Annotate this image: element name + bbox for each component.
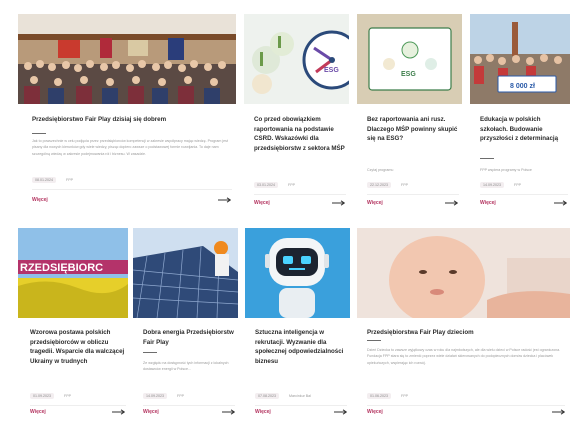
title-separator (480, 158, 494, 159)
article-image-solar-panels[interactable] (133, 228, 238, 318)
esg-graphic-illustration: ESG (244, 14, 349, 104)
article-image-field-banner[interactable]: RZEDSIĘBIORC (18, 228, 128, 318)
article-date: 01.06.2023 (367, 393, 391, 399)
article-date: 08.01.2024 (32, 177, 56, 183)
article-image-esg-card[interactable]: ESG (357, 14, 462, 104)
card-divider (367, 405, 565, 406)
read-more-link[interactable]: Więcej (255, 409, 271, 415)
baby-illustration (357, 228, 570, 318)
card-divider (367, 194, 459, 195)
article-date: 14.09.2023 (480, 182, 504, 188)
article-excerpt: Czytaj programu (367, 168, 394, 172)
article-title[interactable]: Wzorowa postawa polskich przedsiębiorców… (30, 328, 125, 366)
robot-illustration (245, 228, 350, 318)
article-card[interactable]: 8 000 zł Edukacja w polskich szkołach. B… (470, 14, 570, 214)
article-date: 03.01.2024 (254, 182, 278, 188)
esg-card-illustration: ESG (357, 14, 462, 104)
esg-badge: ESG (401, 71, 416, 78)
read-more-link[interactable]: Więcej (143, 409, 159, 415)
read-more-link[interactable]: Więcej (254, 200, 270, 206)
card-divider (480, 194, 568, 195)
read-more-link[interactable]: Więcej (32, 197, 48, 203)
arrow-right-icon[interactable] (552, 409, 565, 415)
read-more-link[interactable]: Więcej (480, 200, 496, 206)
article-excerpt: Ze względu na dostępność tych informacji… (143, 361, 229, 372)
article-title[interactable]: Bez raportowania ani rusz. Dlaczego MŚP … (367, 115, 462, 144)
article-date: 14.09.2023 (143, 393, 167, 399)
arrow-right-icon[interactable] (334, 409, 347, 415)
title-separator (32, 133, 46, 134)
article-title[interactable]: Co przed obowiązkiem raportowania na pod… (254, 115, 349, 153)
article-tag[interactable]: FPP (401, 394, 408, 398)
article-tag[interactable]: FPP (177, 394, 184, 398)
article-excerpt: FPP wspiera programy w Polsce (480, 168, 532, 172)
group-photo-illustration (18, 14, 236, 104)
article-image-esg-graphic[interactable]: ESG (244, 14, 349, 104)
arrow-right-icon[interactable] (332, 200, 345, 206)
card-divider (32, 189, 232, 190)
arrow-right-icon[interactable] (218, 197, 231, 203)
article-tag[interactable]: FPP (514, 183, 521, 187)
article-title[interactable]: Sztuczna inteligencja w rekrutacji. Wyzw… (255, 328, 347, 366)
article-card[interactable]: ESG Co przed obowiązkiem raportowania na… (244, 14, 349, 214)
article-card[interactable]: RZEDSIĘBIORC Wzorowa postawa polskich pr… (18, 228, 128, 420)
article-title[interactable]: Przedsiębiorstwa Fair Play dzieciom (367, 328, 567, 338)
arrow-right-icon[interactable] (112, 409, 125, 415)
article-tag[interactable]: FPP (64, 394, 71, 398)
article-image-baby[interactable] (357, 228, 570, 318)
title-separator (367, 340, 381, 341)
solar-panels-illustration (133, 228, 238, 318)
article-image-school-event[interactable]: 8 000 zł (470, 14, 570, 104)
donation-sign: 8 000 zł (510, 83, 535, 90)
article-card[interactable]: ESG Bez raportowania ani rusz. Dlaczego … (357, 14, 462, 214)
article-tag[interactable]: FPP (288, 183, 295, 187)
title-separator (143, 352, 157, 353)
article-date: 07.08.2023 (255, 393, 279, 399)
article-date: 01.09.2023 (30, 393, 54, 399)
school-event-illustration: 8 000 zł (470, 14, 570, 104)
arrow-right-icon[interactable] (445, 200, 458, 206)
arrow-right-icon[interactable] (222, 409, 235, 415)
card-divider (143, 405, 235, 406)
field-banner-text: RZEDSIĘBIORC (20, 262, 103, 274)
article-excerpt: Dzień Dziecka to zawsze wyjątkowy czas w… (367, 348, 561, 365)
article-title[interactable]: Dobra energia Przedsiębiorstw Fair Play (143, 328, 235, 347)
read-more-link[interactable]: Więcej (30, 409, 46, 415)
article-card[interactable]: Sztuczna inteligencja w rekrutacji. Wyzw… (245, 228, 350, 420)
article-image-group-photo[interactable] (18, 14, 236, 104)
read-more-link[interactable]: Więcej (367, 200, 383, 206)
article-title[interactable]: Przedsiębiorstwo Fair Play dzisiaj się d… (32, 115, 232, 125)
article-date: 22.12.2023 (367, 182, 391, 188)
article-title[interactable]: Edukacja w polskich szkołach. Budowanie … (480, 115, 570, 144)
article-tag[interactable]: FPP (66, 178, 73, 182)
article-image-robot[interactable] (245, 228, 350, 318)
card-divider (255, 405, 347, 406)
card-divider (254, 194, 346, 195)
read-more-link[interactable]: Więcej (367, 409, 383, 415)
arrow-right-icon[interactable] (554, 200, 567, 206)
article-card[interactable]: Dobra energia Przedsiębiorstw Fair Play … (133, 228, 238, 420)
field-banner-illustration: RZEDSIĘBIORC (18, 228, 128, 318)
esg-badge: ESG (324, 67, 339, 74)
article-excerpt: Jak to powszechnie w celu podjęcia przez… (32, 139, 228, 156)
card-divider (30, 405, 126, 406)
article-tag[interactable]: FPP (401, 183, 408, 187)
article-card[interactable]: Przedsiębiorstwo Fair Play dzisiaj się d… (18, 14, 236, 214)
article-tag[interactable]: Marcinkur Bal (289, 394, 311, 398)
article-card[interactable]: Przedsiębiorstwa Fair Play dzieciom Dzie… (357, 228, 570, 420)
